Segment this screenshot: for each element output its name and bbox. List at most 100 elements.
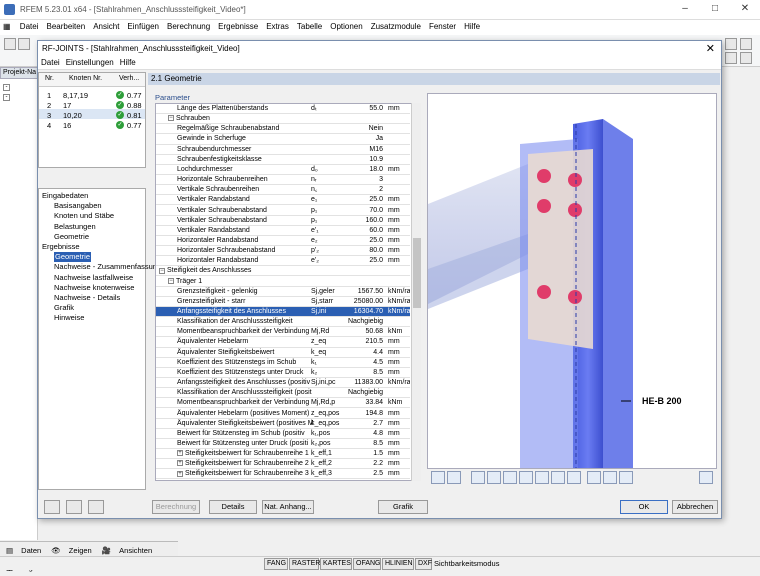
- dialog-menu-datei[interactable]: Datei: [38, 56, 63, 69]
- status-dxf-button[interactable]: DXF: [415, 558, 432, 570]
- status-hlinien-button[interactable]: HLINIEN: [382, 558, 414, 570]
- menu-ansicht[interactable]: Ansicht: [89, 20, 123, 33]
- view-y-neg-icon[interactable]: [551, 471, 565, 484]
- berechnung-button[interactable]: Berechnung: [152, 500, 200, 514]
- nav-item[interactable]: Eingabedaten: [42, 191, 88, 201]
- view-z-icon[interactable]: [503, 471, 517, 484]
- status-kartes-button[interactable]: KARTES: [320, 558, 352, 570]
- view-icon[interactable]: [431, 471, 445, 484]
- settings-icon[interactable]: [619, 471, 633, 484]
- table-row[interactable]: 2 17 ✓ 0.88: [39, 99, 145, 110]
- menu-ergebnisse[interactable]: Ergebnisse: [214, 20, 262, 33]
- param-row[interactable]: Vertikaler Randabstand e'₁ 60.0 mm: [156, 226, 410, 236]
- param-row[interactable]: Länge des Plattenüberstands dₜ 55.0 mm: [156, 104, 410, 115]
- print-icon[interactable]: [699, 471, 713, 484]
- menu-datei[interactable]: Datei: [16, 20, 43, 33]
- navigator-tree[interactable]: - -: [0, 79, 38, 540]
- expand-icon[interactable]: +: [177, 460, 183, 467]
- menu-einfuegen[interactable]: Einfügen: [123, 20, 163, 33]
- nav-item[interactable]: Grafik: [54, 303, 74, 313]
- param-row[interactable]: Koeffizient des Stützenstegs im Schub k₁ 4…: [156, 358, 410, 368]
- param-row[interactable]: Grenzsteifigkeit - gelenkig Sj,geler 1567.…: [156, 287, 410, 297]
- param-row[interactable]: Vertikaler Schraubenabstand p₁ 70.0 mm: [156, 206, 410, 216]
- param-row[interactable]: Anfangssteifigkeit des Anschlusses (posi…: [156, 378, 410, 389]
- param-row[interactable]: Gewinde in Scherfuge Ja: [156, 134, 410, 145]
- import-icon[interactable]: [88, 500, 104, 514]
- param-row[interactable]: Schraubenfestigkeitsklasse 10.9: [156, 155, 410, 165]
- param-row[interactable]: Koeffizient des Stützenstegs unter Druck…: [156, 368, 410, 378]
- export-icon[interactable]: [66, 500, 82, 514]
- nav-item[interactable]: Knoten und Stäbe: [54, 211, 114, 221]
- close-icon[interactable]: ✕: [740, 4, 750, 14]
- maximize-icon[interactable]: □: [710, 4, 720, 14]
- expand-icon[interactable]: -: [3, 84, 10, 91]
- param-row[interactable]: Vertikaler Schraubenabstand p₁ 160.0 mm: [156, 216, 410, 226]
- param-row[interactable]: + Steifigkeitsbeiwert für Schraubenreihe …: [156, 469, 410, 480]
- param-row[interactable]: + Steifigkeitsbeiwert für Schraubenreihe …: [156, 449, 410, 460]
- nav-item[interactable]: Nachweise lastfallweise: [54, 273, 133, 283]
- view-x-icon[interactable]: [471, 471, 485, 484]
- dialog-close-icon[interactable]: ✕: [706, 42, 715, 55]
- group-row[interactable]: − Träger 1: [156, 277, 410, 287]
- param-row[interactable]: Äquivalenter Steifigkeitsbeiwert (positi…: [156, 419, 410, 429]
- param-row[interactable]: Klassifikation der Anschlusssteifigkeit N…: [156, 317, 410, 328]
- doc-icon[interactable]: ▦: [0, 20, 14, 33]
- zoom-icon[interactable]: [587, 471, 601, 484]
- ok-button[interactable]: OK: [620, 500, 668, 514]
- dialog-menu-einstellungen[interactable]: Einstellungen: [63, 56, 117, 69]
- view-iso-icon[interactable]: [519, 471, 533, 484]
- view-y-icon[interactable]: [487, 471, 501, 484]
- toolbar-icon[interactable]: [725, 52, 737, 64]
- nav-item[interactable]: Geometrie: [54, 232, 89, 242]
- expand-icon[interactable]: +: [177, 470, 183, 477]
- dialog-menu-hilfe[interactable]: Hilfe: [117, 56, 139, 69]
- param-row[interactable]: Vertikale Schraubenreihen n꜀ 2: [156, 185, 410, 196]
- nav-item[interactable]: Ergebnisse: [42, 242, 80, 252]
- param-row[interactable]: Äquivalenter Steifigkeitsbeiwert k_eq 4.4 m…: [156, 348, 410, 358]
- param-row[interactable]: + Steifigkeitsbeiwert für Schraubenreihe …: [156, 459, 410, 470]
- nav-item[interactable]: Nachweise - Zusammenfassung: [54, 262, 161, 272]
- param-row[interactable]: Äquivalenter Hebelarm (positives Moment)…: [156, 409, 410, 419]
- render-icon[interactable]: [603, 471, 617, 484]
- param-row[interactable]: Vertikaler Randabstand e₁ 25.0 mm: [156, 195, 410, 206]
- scroll-thumb[interactable]: [413, 238, 421, 308]
- help-icon[interactable]: [44, 500, 60, 514]
- menu-zusatzmodule[interactable]: Zusatzmodule: [367, 20, 425, 33]
- menu-extras[interactable]: Extras: [262, 20, 293, 33]
- nav-item[interactable]: Nachweise - Details: [54, 293, 120, 303]
- group-row[interactable]: − Schrauben: [156, 114, 410, 125]
- nav-item[interactable]: Hinweise: [54, 313, 84, 323]
- param-row[interactable]: Klassifikation der Anschlusssteifigkeit …: [156, 388, 410, 399]
- param-row[interactable]: Beiwert für Stützensteg unter Druck (pos…: [156, 439, 410, 450]
- param-row[interactable]: Schraubendurchmesser M16: [156, 145, 410, 155]
- table-row[interactable]: 3 10,20 ✓ 0.81: [39, 109, 145, 120]
- collapse-icon[interactable]: −: [168, 115, 174, 122]
- menu-hilfe[interactable]: Hilfe: [460, 20, 484, 33]
- open-icon[interactable]: [18, 38, 30, 50]
- nav-item[interactable]: Belastungen: [54, 222, 96, 232]
- view-icon[interactable]: [447, 471, 461, 484]
- collapse-icon[interactable]: −: [159, 267, 165, 274]
- status-ofang-button[interactable]: OFANG: [353, 558, 381, 570]
- view-x-neg-icon[interactable]: [535, 471, 549, 484]
- menu-tabelle[interactable]: Tabelle: [293, 20, 326, 33]
- param-row[interactable]: Beiwert für Stützensteg im Schub (positi…: [156, 429, 410, 439]
- grid-scrollbar[interactable]: [411, 103, 421, 481]
- expand-icon[interactable]: +: [177, 450, 183, 457]
- menu-optionen[interactable]: Optionen: [326, 20, 366, 33]
- toolbar-icon[interactable]: [725, 38, 737, 50]
- toolbar-icon[interactable]: [740, 38, 752, 50]
- nav-item[interactable]: Geometrie: [54, 252, 92, 263]
- collapse-icon[interactable]: −: [168, 277, 174, 284]
- param-row[interactable]: Regelmäßige Schraubenabstand Nein: [156, 124, 410, 135]
- menu-fenster[interactable]: Fenster: [425, 20, 460, 33]
- param-row[interactable]: Horizontale Schraubenreihen nᵣ 3: [156, 175, 410, 186]
- view-z-neg-icon[interactable]: [567, 471, 581, 484]
- param-row[interactable]: Momentbeanspruchbarkeit der Verbindung Mj…: [156, 398, 410, 409]
- menu-bearbeiten[interactable]: Bearbeiten: [42, 20, 89, 33]
- status-fang-button[interactable]: FANG: [264, 558, 288, 570]
- param-row[interactable]: Grenzsteifigkeit - starr Sj,starr 25080.00…: [156, 297, 410, 307]
- param-row[interactable]: Lochdurchmesser d₀ 18.0 mm: [156, 165, 410, 175]
- group-row[interactable]: − Steifigkeit des Anschlusses: [156, 266, 410, 277]
- toolbar-icon[interactable]: [740, 52, 752, 64]
